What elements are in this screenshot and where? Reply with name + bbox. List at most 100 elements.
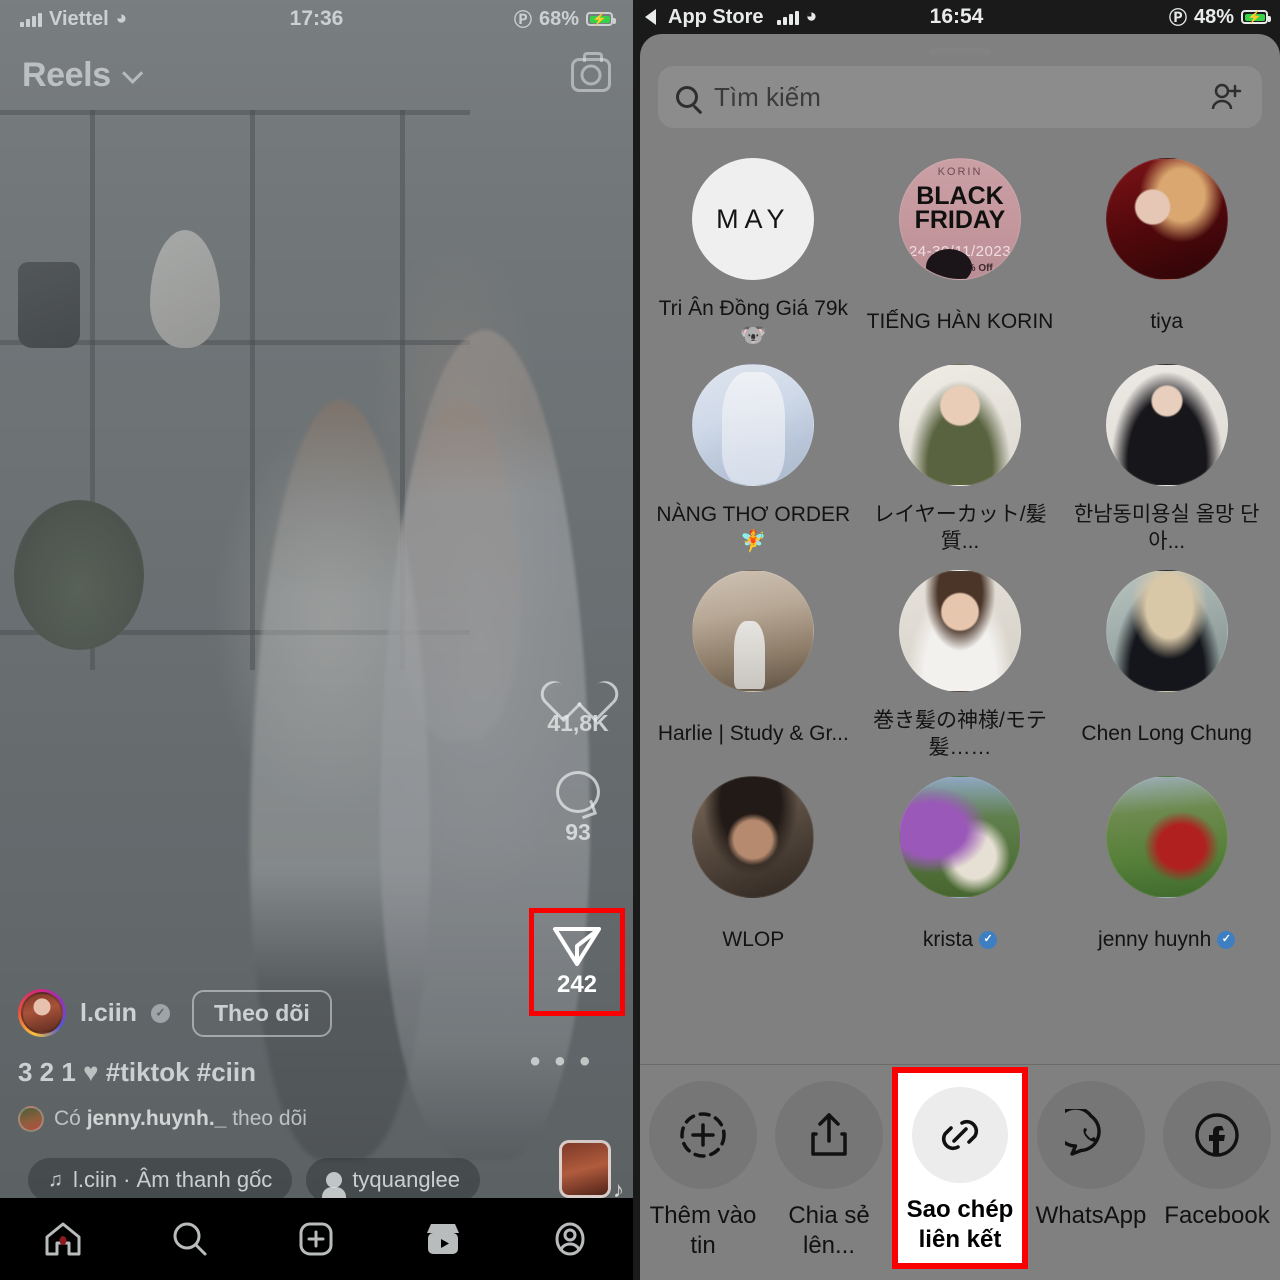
contact-item[interactable]: krista: [857, 762, 1064, 968]
battery-icon: ⚡: [586, 12, 616, 26]
contact-name-text: 한남동미용실 올망 단아...: [1073, 502, 1260, 553]
more-options-button[interactable]: • • •: [530, 1045, 593, 1079]
search-icon: [173, 1222, 207, 1256]
music-note-icon: ♫: [48, 1168, 63, 1191]
chevron-down-icon[interactable]: [121, 62, 143, 84]
ios-status-bar-right: App Store ◕ 16:54 Ⓟ 48% ⚡: [633, 0, 1280, 34]
reel-action-rail: 41,8K 93: [541, 660, 615, 880]
caption-prefix: 3 2 1: [18, 1057, 76, 1087]
search-icon: [676, 86, 698, 108]
followed-by-username[interactable]: jenny.huynh._: [87, 1107, 227, 1130]
bottom-tab-bar: [0, 1198, 633, 1280]
tab-profile[interactable]: [506, 1220, 633, 1258]
contact-name: Harlie | Study & Gr...: [650, 706, 857, 762]
action-label: Facebook: [1164, 1202, 1270, 1229]
contact-item[interactable]: MAY Tri Ân Đồng Giá 79k 🐨: [650, 144, 857, 350]
contact-name-text: krista: [922, 928, 974, 952]
reel-meta: l.ciin Theo dõi 3 2 1 ♥ #tiktok #ciin Có…: [18, 989, 523, 1132]
contact-item[interactable]: tiya: [1063, 144, 1270, 350]
contact-item[interactable]: Chen Long Chung: [1063, 556, 1270, 762]
contact-avatar: [898, 364, 1021, 486]
avatar[interactable]: [18, 989, 66, 1037]
tab-home[interactable]: [0, 1220, 127, 1258]
contact-avatar: [898, 776, 1021, 898]
followed-by-avatar: [18, 1106, 44, 1132]
comment-button[interactable]: 93: [541, 771, 615, 846]
share-action-bar: Thêm vào tin Chia sẻ lên... Sao chép liê…: [640, 1065, 1280, 1280]
contact-name-text: Harlie | Study & Gr...: [657, 722, 849, 746]
caption-hashtags[interactable]: #tiktok #ciin: [106, 1057, 256, 1087]
share-sheet: Tìm kiếm MAY Tri Ân Đồng Giá 79k 🐨 KORIN…: [640, 34, 1280, 1280]
contact-name-text: 巻き髪の神様/モテ髪……: [873, 708, 1047, 759]
audio-row: ♫ l.ciin · Âm thanh gốc tyquanglee: [28, 1158, 480, 1202]
follow-button[interactable]: Theo dõi: [191, 989, 332, 1037]
contact-item[interactable]: 巻き髪の神様/モテ髪……: [857, 556, 1064, 762]
contact-item[interactable]: WLOP: [650, 762, 857, 968]
tagged-user-label: tyquanglee: [352, 1167, 460, 1192]
sheet-grabber-handle[interactable]: [929, 48, 991, 55]
audio-cover-thumbnail[interactable]: [559, 1140, 624, 1203]
add-people-icon[interactable]: [1210, 82, 1244, 112]
contact-item[interactable]: jenny huynh: [1063, 762, 1270, 968]
followed-by-text: Có jenny.huynh._ theo dõi: [54, 1107, 307, 1131]
tab-create[interactable]: [253, 1220, 380, 1258]
contact-avatar: [1105, 364, 1228, 486]
tab-reels[interactable]: [380, 1220, 507, 1258]
contact-name: TIẾNG HÀN KORIN: [857, 294, 1064, 350]
audio-track-pill[interactable]: ♫ l.ciin · Âm thanh gốc: [28, 1158, 293, 1202]
contact-name: krista: [857, 912, 1064, 968]
contact-name-text: Chen Long Chung: [1081, 722, 1252, 746]
heart-icon: [555, 660, 601, 704]
profile-icon: [555, 1222, 585, 1256]
username-label[interactable]: l.ciin: [80, 999, 137, 1028]
comment-icon: [556, 771, 600, 813]
action-whatsapp[interactable]: WhatsApp: [1028, 1081, 1154, 1231]
contact-avatar: KORIN BLACKFRIDAY 24-30/11/2023 Up to 30…: [898, 158, 1021, 280]
contact-item[interactable]: Harlie | Study & Gr...: [650, 556, 857, 762]
share-up-icon: [775, 1081, 883, 1189]
action-copy-link-highlighted[interactable]: Sao chép liên kết: [892, 1067, 1028, 1269]
action-facebook[interactable]: Facebook: [1154, 1081, 1280, 1231]
contact-item[interactable]: レイヤーカット/髪質...: [857, 350, 1064, 556]
verified-badge-icon: [150, 1003, 170, 1023]
search-bar[interactable]: Tìm kiếm: [658, 66, 1262, 128]
whatsapp-icon: [1037, 1081, 1145, 1189]
share-count: 242: [556, 971, 598, 998]
contact-name-text: NÀNG THƠ ORDER 🧚: [656, 502, 851, 553]
action-add-to-story[interactable]: Thêm vào tin: [640, 1081, 766, 1261]
create-icon: [299, 1222, 333, 1256]
reel-caption: 3 2 1 ♥ #tiktok #ciin: [18, 1057, 523, 1088]
contact-item[interactable]: 한남동미용실 올망 단아...: [1063, 350, 1270, 556]
instagram-share-sheet-panel: App Store ◕ 16:54 Ⓟ 48% ⚡ Tìm kiếm MAY T…: [633, 0, 1280, 1280]
status-time-right: 16:54: [929, 5, 984, 28]
ios-status-bar-left: Viettel ◕ 17:36 Ⓟ 68% ⚡: [0, 0, 633, 38]
followed-by-prefix: Có: [54, 1107, 81, 1130]
contact-name-text: tiya: [1150, 310, 1183, 334]
tagged-user-pill[interactable]: tyquanglee: [306, 1158, 480, 1202]
like-button[interactable]: 41,8K: [541, 660, 615, 737]
contact-name-text: レイヤーカット/髪質...: [873, 502, 1047, 553]
contact-name: 한남동미용실 올망 단아...: [1063, 500, 1270, 556]
contact-name-text: jenny huynh: [1098, 928, 1212, 952]
search-input[interactable]: Tìm kiếm: [714, 82, 1194, 113]
contact-name: Tri Ân Đồng Giá 79k 🐨: [650, 294, 857, 350]
camera-icon[interactable]: [571, 52, 611, 92]
contact-name: NÀNG THƠ ORDER 🧚: [650, 500, 857, 556]
page-title: Reels: [22, 55, 111, 94]
contact-avatar: MAY: [692, 158, 815, 280]
contact-name-text: Tri Ân Đồng Giá 79k 🐨: [658, 296, 849, 347]
status-time-left: 17:36: [289, 7, 344, 30]
reels-icon: [427, 1224, 460, 1254]
contact-item[interactable]: NÀNG THƠ ORDER 🧚: [650, 350, 857, 556]
contact-avatar: [692, 776, 815, 898]
action-share-to[interactable]: Chia sẻ lên...: [766, 1081, 892, 1261]
action-label: WhatsApp: [1035, 1202, 1147, 1229]
followed-by-row: Có jenny.huynh._ theo dõi: [18, 1106, 523, 1132]
contact-name: jenny huynh: [1063, 912, 1270, 968]
share-button-highlighted[interactable]: 242: [529, 908, 625, 1016]
contact-item[interactable]: KORIN BLACKFRIDAY 24-30/11/2023 Up to 30…: [857, 144, 1064, 350]
tab-search[interactable]: [127, 1220, 254, 1258]
contact-grid: MAY Tri Ân Đồng Giá 79k 🐨 KORIN BLACK FRI…: [640, 144, 1280, 968]
link-icon: [912, 1087, 1008, 1183]
audio-track-label: l.ciin · Âm thanh gốc: [73, 1167, 273, 1192]
